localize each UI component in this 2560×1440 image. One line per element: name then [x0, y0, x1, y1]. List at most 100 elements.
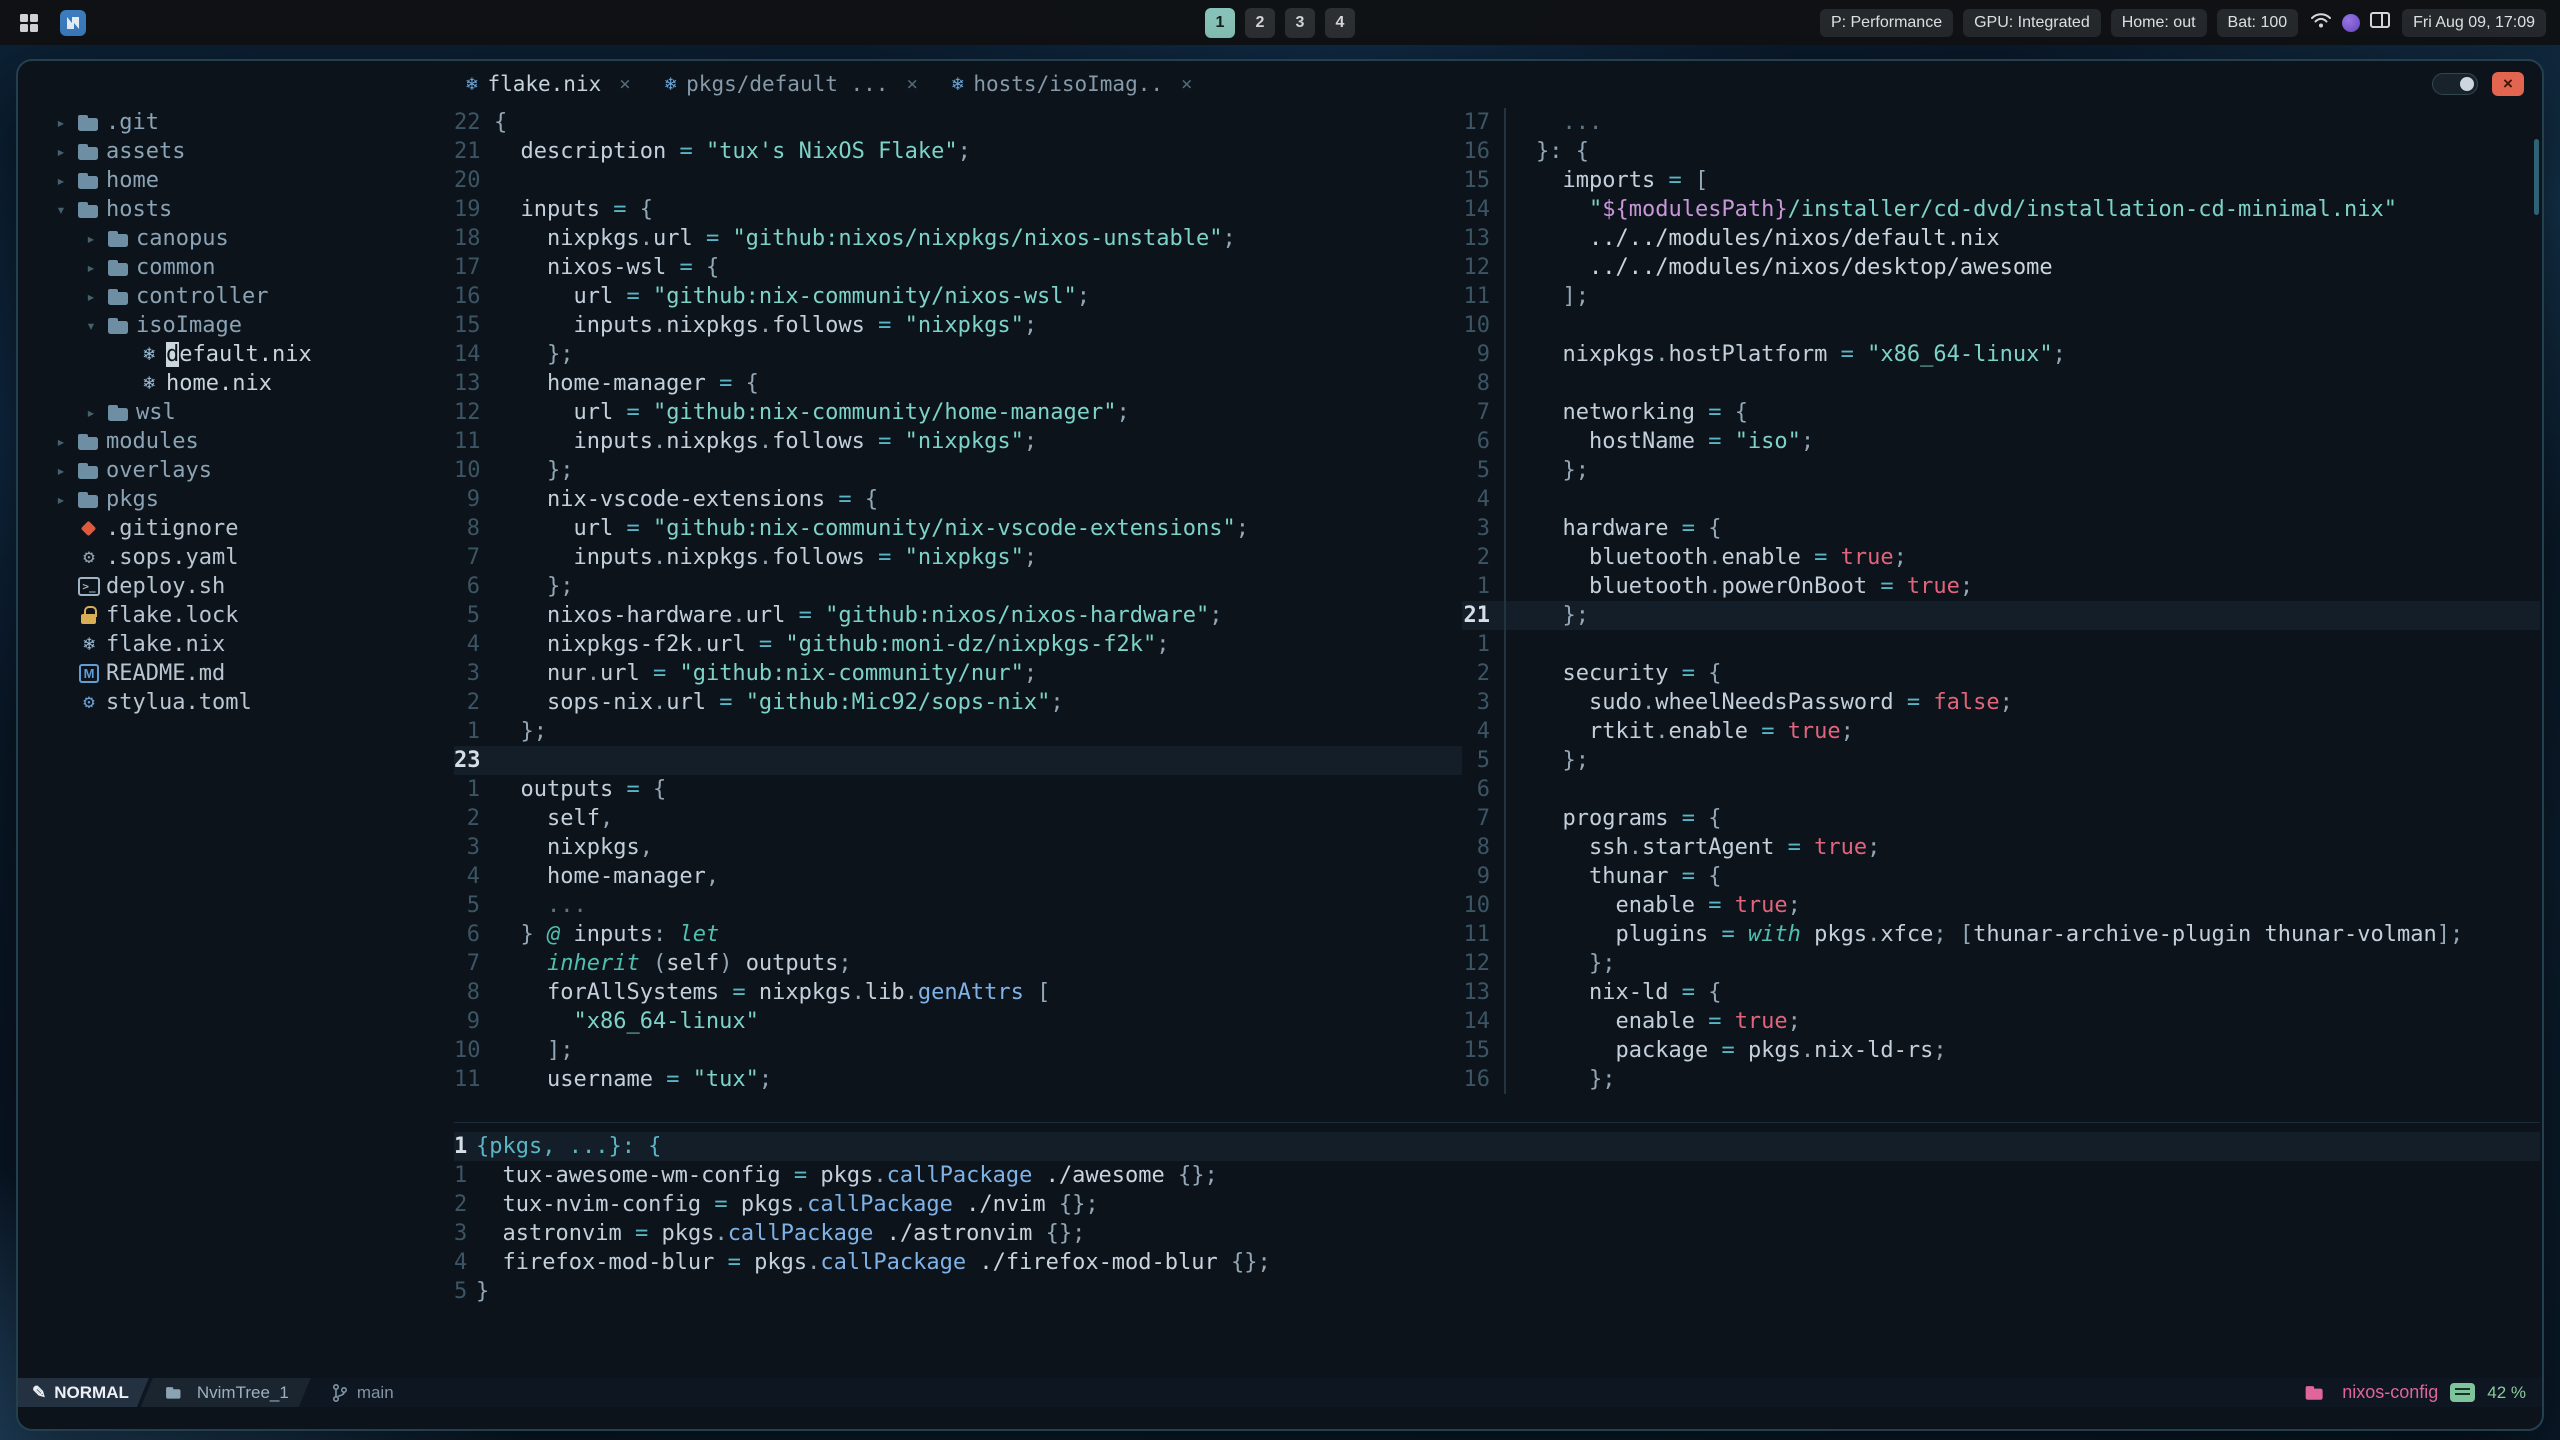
editor-tab[interactable]: ❄ flake.nix × [458, 72, 639, 96]
code-line[interactable]: 3 hardware = { [1462, 514, 2540, 543]
code-line[interactable]: 1 tux-awesome-wm-config = pkgs.callPacka… [454, 1161, 2540, 1190]
code-line[interactable]: 15 imports = [ [1462, 166, 2540, 195]
code-line[interactable]: 18 nixpkgs.url = "github:nixos/nixpkgs/n… [454, 224, 1462, 253]
chevron-right-icon[interactable]: ▸ [48, 166, 74, 195]
chevron-right-icon[interactable]: ▸ [78, 282, 104, 311]
chevron-right-icon[interactable]: ▸ [48, 485, 74, 514]
code-line[interactable]: 9 nix-vscode-extensions = { [454, 485, 1462, 514]
wifi-icon[interactable] [2310, 11, 2332, 34]
tree-item-controller[interactable]: ▸ controller [18, 282, 454, 311]
workspace-button-1[interactable]: 1 [1205, 7, 1235, 38]
code-line[interactable]: 4 firefox-mod-blur = pkgs.callPackage ./… [454, 1248, 2540, 1277]
code-line[interactable]: 4 rtkit.enable = true; [1462, 717, 2540, 746]
workspace-button-4[interactable]: 4 [1325, 7, 1355, 38]
code-line[interactable]: 14 }; [454, 340, 1462, 369]
close-button[interactable]: × [2492, 72, 2524, 96]
code-line[interactable]: 2 tux-nvim-config = pkgs.callPackage ./n… [454, 1190, 2540, 1219]
code-line[interactable]: 8 url = "github:nix-community/nix-vscode… [454, 514, 1462, 543]
chevron-right-icon[interactable]: ▸ [48, 456, 74, 485]
code-line[interactable]: 4 home-manager, [454, 862, 1462, 891]
code-line[interactable]: 2 bluetooth.enable = true; [1462, 543, 2540, 572]
code-line[interactable]: 16}: { [1462, 137, 2540, 166]
workspace-button-3[interactable]: 3 [1285, 7, 1315, 38]
code-line[interactable]: 10 enable = true; [1462, 891, 2540, 920]
code-line[interactable]: 6 } @ inputs: let [454, 920, 1462, 949]
tray-app-icon[interactable] [2342, 13, 2361, 32]
code-line[interactable]: 1 [1462, 630, 2540, 659]
chevron-right-icon[interactable]: ▸ [78, 253, 104, 282]
code-line[interactable]: 11 inputs.nixpkgs.follows = "nixpkgs"; [454, 427, 1462, 456]
code-line[interactable]: 5 ... [454, 891, 1462, 920]
chevron-down-icon[interactable]: ▾ [78, 311, 104, 340]
code-line[interactable]: 21 }; [1462, 601, 2540, 630]
tree-item--git[interactable]: ▸ .git [18, 108, 454, 137]
code-line[interactable]: 15 package = pkgs.nix-ld-rs; [1462, 1036, 2540, 1065]
code-line[interactable]: 8 forAllSystems = nixpkgs.lib.genAttrs [ [454, 978, 1462, 1007]
tree-item-pkgs[interactable]: ▸ pkgs [18, 485, 454, 514]
current-app-icon[interactable] [58, 8, 88, 38]
layout-icon[interactable] [2370, 12, 2391, 33]
code-line[interactable]: 7 inherit (self) outputs; [454, 949, 1462, 978]
code-line[interactable]: 23 [454, 746, 1462, 775]
code-line[interactable]: 4 nixpkgs-f2k.url = "github:moni-dz/nixp… [454, 630, 1462, 659]
code-line[interactable]: 9 thunar = { [1462, 862, 2540, 891]
chevron-right-icon[interactable]: ▸ [78, 224, 104, 253]
code-line[interactable]: 11 username = "tux"; [454, 1065, 1462, 1094]
tree-item-canopus[interactable]: ▸ canopus [18, 224, 454, 253]
chevron-right-icon[interactable]: ▸ [78, 398, 104, 427]
code-line[interactable]: 17 ... [1462, 108, 2540, 137]
code-line[interactable]: 3 sudo.wheelNeedsPassword = false; [1462, 688, 2540, 717]
editor-tab[interactable]: ❄ pkgs/default ... × [657, 72, 926, 96]
code-line[interactable]: 9 nixpkgs.hostPlatform = "x86_64-linux"; [1462, 340, 2540, 369]
code-line[interactable]: 17 nixos-wsl = { [454, 253, 1462, 282]
tree-item-home[interactable]: ▸ home [18, 166, 454, 195]
chevron-right-icon[interactable]: ▸ [48, 137, 74, 166]
code-line[interactable]: 7 programs = { [1462, 804, 2540, 833]
code-line[interactable]: 5 }; [1462, 456, 2540, 485]
code-line[interactable]: 13 ../../modules/nixos/default.nix [1462, 224, 2540, 253]
tab-close-icon[interactable]: × [619, 73, 630, 95]
tree-item-home-nix[interactable]: ❄ home.nix [18, 369, 454, 398]
clock[interactable]: Fri Aug 09, 17:09 [2402, 8, 2546, 37]
code-line[interactable]: 14 enable = true; [1462, 1007, 2540, 1036]
code-line[interactable]: 6 hostName = "iso"; [1462, 427, 2540, 456]
code-line[interactable]: 3 nur.url = "github:nix-community/nur"; [454, 659, 1462, 688]
code-line[interactable]: 1 outputs = { [454, 775, 1462, 804]
tree-item-flake-lock[interactable]: flake.lock [18, 601, 454, 630]
chevron-right-icon[interactable]: ▸ [48, 108, 74, 137]
code-line[interactable]: 1 }; [454, 717, 1462, 746]
tree-item-common[interactable]: ▸ common [18, 253, 454, 282]
tree-item-hosts[interactable]: ▾ hosts [18, 195, 454, 224]
code-line[interactable]: 6 [1462, 775, 2540, 804]
code-line[interactable]: 7 inputs.nixpkgs.follows = "nixpkgs"; [454, 543, 1462, 572]
code-line[interactable]: 22 { [454, 108, 1462, 137]
tree-item-default-nix[interactable]: ❄ default.nix [18, 340, 454, 369]
tab-close-icon[interactable]: × [906, 73, 917, 95]
tree-item-overlays[interactable]: ▸ overlays [18, 456, 454, 485]
code-line[interactable]: 9 "x86_64-linux" [454, 1007, 1462, 1036]
code-line[interactable]: 16 url = "github:nix-community/nixos-wsl… [454, 282, 1462, 311]
code-line[interactable]: 6 }; [454, 572, 1462, 601]
code-line[interactable]: 5 nixos-hardware.url = "github:nixos/nix… [454, 601, 1462, 630]
tree-item--gitignore[interactable]: .gitignore [18, 514, 454, 543]
code-line[interactable]: 11 plugins = with pkgs.xfce; [thunar-arc… [1462, 920, 2540, 949]
chevron-down-icon[interactable]: ▾ [48, 195, 74, 224]
code-line[interactable]: 13 home-manager = { [454, 369, 1462, 398]
tree-item--sops-yaml[interactable]: ⚙ .sops.yaml [18, 543, 454, 572]
code-line[interactable]: 2 sops-nix.url = "github:Mic92/sops-nix"… [454, 688, 1462, 717]
code-line[interactable]: 4 [1462, 485, 2540, 514]
code-line[interactable]: 1 bluetooth.powerOnBoot = true; [1462, 572, 2540, 601]
code-line[interactable]: 16 }; [1462, 1065, 2540, 1094]
tree-item-readme-md[interactable]: README.md [18, 659, 454, 688]
tree-item-modules[interactable]: ▸ modules [18, 427, 454, 456]
code-line[interactable]: 1 {pkgs, ...}: { [454, 1132, 2540, 1161]
tree-item-flake-nix[interactable]: ❄ flake.nix [18, 630, 454, 659]
chevron-right-icon[interactable]: ▸ [48, 427, 74, 456]
code-line[interactable]: 12 ../../modules/nixos/desktop/awesome [1462, 253, 2540, 282]
code-line[interactable]: 2 security = { [1462, 659, 2540, 688]
code-line[interactable]: 8 ssh.startAgent = true; [1462, 833, 2540, 862]
code-line[interactable]: 2 self, [454, 804, 1462, 833]
code-line[interactable]: 10 ]; [454, 1036, 1462, 1065]
code-line[interactable]: 14 "${modulesPath}/installer/cd-dvd/inst… [1462, 195, 2540, 224]
tree-item-isoimage[interactable]: ▾ isoImage [18, 311, 454, 340]
